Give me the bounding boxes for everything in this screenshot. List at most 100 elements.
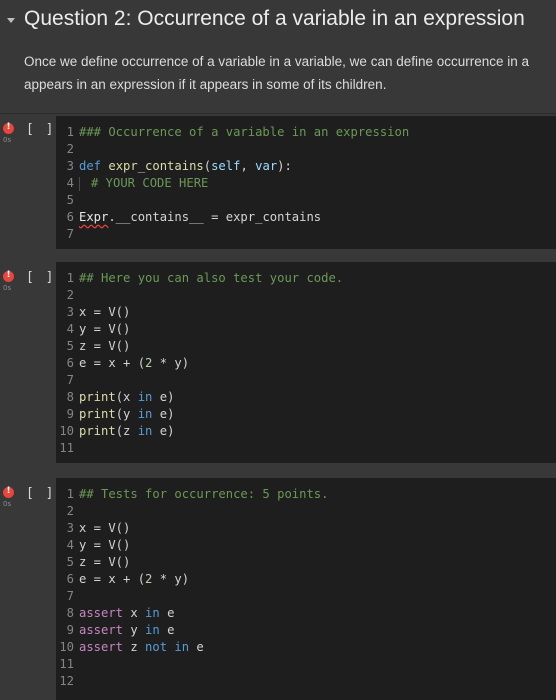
code-line[interactable]: 7 <box>56 588 79 605</box>
markdown-heading-cell: Question 2: Occurrence of a variable in … <box>0 0 556 113</box>
code-line[interactable]: 8 print(x in e) <box>56 389 175 406</box>
error-icon <box>3 122 14 134</box>
code-cell[interactable]: 0s [ ] 1 ## Tests for occurrence: 5 point… <box>0 478 556 700</box>
run-cell-button[interactable]: [ ] <box>26 122 55 137</box>
code-token: in <box>145 606 160 620</box>
code-token: ## Tests for occurrence: 5 points. <box>79 487 329 501</box>
line-number: 2 <box>66 142 74 156</box>
execution-time: 0s <box>3 284 12 292</box>
code-token: * y) <box>152 356 190 370</box>
code-token: in <box>137 390 153 404</box>
code-token: (z <box>115 424 138 438</box>
code-line[interactable]: 9 assert y in e <box>56 622 175 639</box>
code-token: not in <box>145 640 190 654</box>
code-line[interactable]: 1 ### Occurrence of a variable in an expr… <box>56 124 410 141</box>
code-line[interactable]: 6e = x + (2 * y) <box>56 355 189 372</box>
code-line[interactable]: 2 <box>56 287 79 304</box>
code-token: e <box>159 623 175 637</box>
code-line[interactable]: 5 <box>56 192 79 209</box>
line-number: 8 <box>66 606 74 620</box>
code-editor[interactable]: 1 ## Tests for occurrence: 5 points. 2 3 x =… <box>56 478 556 700</box>
execution-time: 0s <box>3 136 12 144</box>
code-token: e) <box>152 390 175 404</box>
code-cell[interactable]: 0s [ ] 1 ## Here you can also test your c… <box>0 262 556 463</box>
code-line[interactable]: 11 <box>56 656 79 673</box>
code-token: ): <box>277 159 292 173</box>
line-number: 12 <box>59 674 74 688</box>
question-description: Once we define occurrence of a variable … <box>24 50 556 96</box>
code-cell[interactable]: 0s [ ] 1 ### Occurrence of a variable in … <box>0 116 556 249</box>
separator <box>0 113 556 114</box>
code-token: e = x + ( <box>79 572 146 586</box>
line-number: 9 <box>66 407 74 421</box>
code-line[interactable]: 11 <box>56 440 79 457</box>
code-editor[interactable]: 1 ## Here you can also test your code. 2 3 x… <box>56 262 556 463</box>
code-token: in <box>145 623 160 637</box>
run-cell-button[interactable]: [ ] <box>26 270 55 285</box>
code-token: y <box>123 623 146 637</box>
line-number: 4 <box>66 176 74 190</box>
code-line[interactable]: 5 z = V() <box>56 338 131 355</box>
code-line[interactable]: 3 x = V() <box>56 520 131 537</box>
line-number: 8 <box>66 390 74 404</box>
code-line[interactable]: 3 def expr_contains(self, var): <box>56 158 292 175</box>
cell-gutter: 0s [ ] <box>0 478 56 700</box>
code-token: (y <box>115 407 138 421</box>
code-line[interactable]: 6e = x + (2 * y) <box>56 571 189 588</box>
code-token: x = V() <box>79 521 131 535</box>
code-line[interactable]: 4 y = V() <box>56 321 131 338</box>
code-line[interactable]: 1 ## Tests for occurrence: 5 points. <box>56 486 329 503</box>
execution-time: 0s <box>3 500 12 508</box>
line-number: 1 <box>66 125 74 139</box>
code-line[interactable]: 10 assert z not in e <box>56 639 203 656</box>
code-line[interactable]: 6 Expr.__contains__ = expr_contains <box>56 209 322 226</box>
cell-gutter: 0s [ ] <box>0 116 56 249</box>
description-line-1: Once we define occurrence of a variable … <box>24 54 530 69</box>
code-token: expr_contains <box>108 159 204 173</box>
code-token: (x <box>115 390 138 404</box>
code-line[interactable]: 8 assert x in e <box>56 605 175 622</box>
code-line[interactable]: 5 z = V() <box>56 554 131 571</box>
code-line[interactable]: 3 x = V() <box>56 304 131 321</box>
code-line[interactable]: 4 # YOUR CODE HERE <box>56 175 208 192</box>
code-line[interactable]: 1 ## Here you can also test your code. <box>56 270 344 287</box>
code-token: print <box>79 407 116 421</box>
line-number: 1 <box>66 271 74 285</box>
line-number: 7 <box>66 373 74 387</box>
code-line[interactable]: 9 print(y in e) <box>56 406 175 423</box>
code-token: # YOUR CODE HERE <box>91 176 209 190</box>
line-number: 11 <box>59 657 74 671</box>
line-number: 7 <box>66 589 74 603</box>
line-number: 4 <box>66 538 74 552</box>
code-line[interactable]: 10 print(z in e) <box>56 423 174 440</box>
line-number: 2 <box>66 504 74 518</box>
error-icon <box>3 270 14 282</box>
code-token: self <box>211 159 241 173</box>
code-line[interactable]: 2 <box>56 503 79 520</box>
line-number: 6 <box>66 210 74 224</box>
line-number: 10 <box>59 640 74 654</box>
code-token: e) <box>152 407 175 421</box>
run-cell-button[interactable]: [ ] <box>26 486 55 501</box>
code-line[interactable]: 12 <box>56 673 79 690</box>
line-number: 4 <box>66 322 74 336</box>
code-token: e) <box>152 424 175 438</box>
code-line[interactable]: 7 <box>56 226 79 243</box>
code-token: in <box>137 407 153 421</box>
line-number: 1 <box>66 487 74 501</box>
line-number: 5 <box>66 339 74 353</box>
line-number: 3 <box>66 159 74 173</box>
line-number: 3 <box>66 305 74 319</box>
code-token: e <box>159 606 175 620</box>
code-token: .__contains__ = expr_contains <box>108 210 322 224</box>
code-token: ( <box>203 159 212 173</box>
code-token: in <box>137 424 153 438</box>
code-token: x = V() <box>79 305 131 319</box>
line-number: 5 <box>66 555 74 569</box>
code-line[interactable]: 2 <box>56 141 79 158</box>
code-line[interactable]: 7 <box>56 372 79 389</box>
code-line[interactable]: 4 y = V() <box>56 537 131 554</box>
indent-guide <box>79 176 80 191</box>
code-editor[interactable]: 1 ### Occurrence of a variable in an expr… <box>56 116 556 249</box>
collapse-caret-icon[interactable] <box>5 14 17 26</box>
